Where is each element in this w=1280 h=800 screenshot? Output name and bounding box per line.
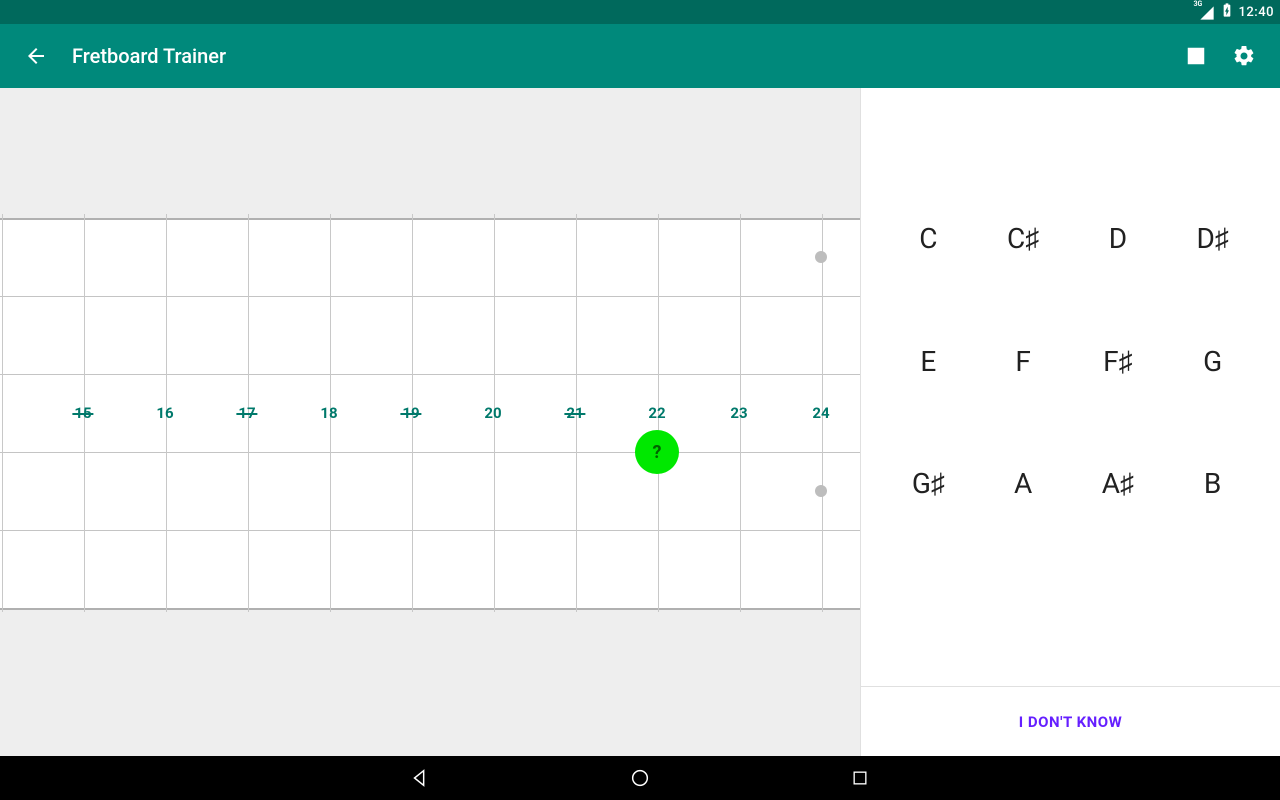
fret-number: 15 — [74, 404, 91, 422]
note-button-g[interactable]: G — [1165, 331, 1260, 424]
network-indicator: 3G — [1197, 3, 1215, 21]
fret-line — [330, 214, 331, 612]
status-clock: 12:40 — [1239, 5, 1274, 20]
nav-recent-button[interactable] — [840, 758, 880, 798]
android-status-bar: 3G 12:40 — [0, 0, 1280, 24]
fret-line — [822, 214, 823, 612]
fret-line — [2, 214, 3, 612]
string-6 — [0, 608, 860, 610]
note-button-asharp[interactable]: A♯ — [1071, 453, 1166, 546]
fret-line — [658, 214, 659, 612]
fret-line — [166, 214, 167, 612]
nav-home-button[interactable] — [620, 758, 660, 798]
note-grid: CC♯DD♯ EFF♯G G♯AA♯B — [861, 88, 1280, 686]
note-button-gsharp[interactable]: G♯ — [881, 453, 976, 546]
nav-back-button[interactable] — [400, 758, 440, 798]
back-button[interactable] — [12, 32, 60, 80]
dont-know-bar: I DON'T KNOW — [861, 686, 1280, 756]
fret-line — [576, 214, 577, 612]
note-button-a[interactable]: A — [976, 453, 1071, 546]
string-5 — [0, 530, 860, 531]
string-4 — [0, 452, 860, 453]
fret-number: 21 — [566, 404, 583, 422]
settings-button[interactable] — [1220, 32, 1268, 80]
note-button-fsharp[interactable]: F♯ — [1071, 331, 1166, 424]
fret-line — [740, 214, 741, 612]
fret-line — [494, 214, 495, 612]
fret-number: 18 — [320, 404, 337, 422]
fret-line — [84, 214, 85, 612]
note-button-csharp[interactable]: C♯ — [976, 208, 1071, 301]
note-button-b[interactable]: B — [1165, 453, 1260, 546]
app-bar: Fretboard Trainer — [0, 24, 1280, 88]
fretboard-inlay — [815, 485, 827, 497]
target-note-marker[interactable]: ? — [635, 430, 679, 474]
battery-icon — [1219, 2, 1235, 22]
note-button-c[interactable]: C — [881, 208, 976, 301]
nav-back-icon — [409, 767, 431, 789]
fret-number: 20 — [484, 404, 501, 422]
fret-number: 24 — [812, 404, 829, 422]
fret-number: 19 — [402, 404, 419, 422]
fret-line — [412, 214, 413, 612]
bar-chart-icon — [1185, 45, 1207, 67]
nav-recent-icon — [850, 768, 870, 788]
android-nav-bar — [0, 756, 1280, 800]
note-button-e[interactable]: E — [881, 331, 976, 424]
answer-panel: CC♯DD♯ EFF♯G G♯AA♯B I DON'T KNOW — [860, 88, 1280, 756]
note-button-dsharp[interactable]: D♯ — [1165, 208, 1260, 301]
string-3 — [0, 374, 860, 375]
fret-number: 16 — [156, 404, 173, 422]
string-1 — [0, 218, 860, 220]
arrow-back-icon — [24, 44, 48, 68]
app-title: Fretboard Trainer — [72, 44, 1172, 68]
note-button-f[interactable]: F — [976, 331, 1071, 424]
fretboard-neck: 15 16 17 18 19 20 21 22 23 24? — [0, 218, 860, 608]
dont-know-button[interactable]: I DON'T KNOW — [1019, 713, 1122, 731]
stats-button[interactable] — [1172, 32, 1220, 80]
fret-line — [248, 214, 249, 612]
fretboard-pane[interactable]: 15 16 17 18 19 20 21 22 23 24? — [0, 88, 860, 756]
note-button-d[interactable]: D — [1071, 208, 1166, 301]
fret-number: 23 — [730, 404, 747, 422]
fret-number: 17 — [238, 404, 255, 422]
fretboard-inlay — [815, 251, 827, 263]
gear-icon — [1232, 44, 1256, 68]
string-2 — [0, 296, 860, 297]
nav-home-icon — [629, 767, 651, 789]
fret-number: 22 — [648, 404, 665, 422]
